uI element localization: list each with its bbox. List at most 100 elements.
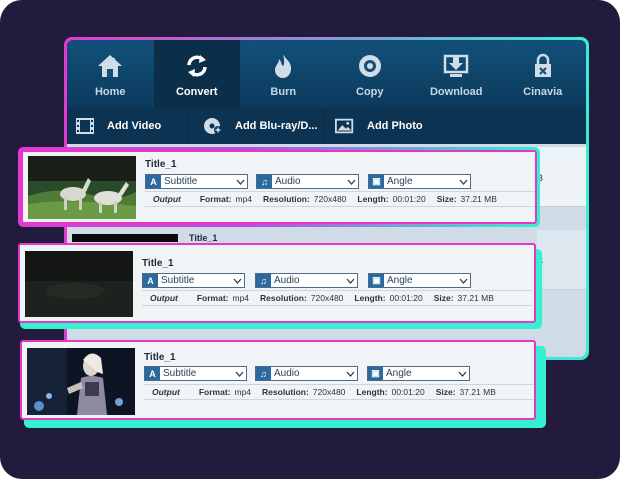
size-value: 37.21 MB [457, 293, 494, 303]
resolution-value: 720x480 [312, 387, 346, 397]
tab-copy-label: Copy [356, 85, 384, 98]
audio-value: Audio [274, 275, 300, 286]
subtitle-select[interactable]: A Subtitle [142, 273, 245, 288]
resolution-label: Resolution: [263, 194, 310, 204]
chevron-down-icon [344, 367, 357, 380]
camera-icon: ▣ [369, 274, 384, 287]
angle-select[interactable]: ▣ Angle [368, 273, 471, 288]
video-thumbnail [27, 348, 135, 415]
resolution-label: Resolution: [262, 387, 309, 397]
photo-icon [335, 118, 354, 134]
length-label: Length: [357, 194, 389, 204]
angle-value: Angle [387, 275, 413, 286]
tab-download-label: Download [429, 85, 483, 98]
add-photo-label: Add Photo [367, 120, 423, 132]
resolution-value: 720x480 [313, 194, 347, 204]
background-row-title: Title_1 [189, 233, 218, 243]
output-label: Output [152, 387, 180, 397]
disc-add-icon [204, 118, 222, 134]
film-icon [76, 118, 94, 134]
background-thumbnail [72, 234, 178, 242]
subtitle-value: Subtitle [163, 368, 197, 379]
music-note-icon: ♫ [256, 367, 271, 380]
subtitle-select[interactable]: A Subtitle [144, 366, 247, 381]
tab-copy[interactable]: Copy [327, 40, 414, 108]
add-toolbar: Add Video Add Blu-ray/D... Add Photo [67, 108, 586, 144]
length-label: Length: [354, 293, 386, 303]
subtitle-icon: A [145, 367, 160, 380]
subtitle-value: Subtitle [161, 275, 195, 286]
tab-download[interactable]: Download [413, 40, 500, 108]
title-card[interactable]: Title_1 A Subtitle ♫ Audio ▣ Angle Outpu… [21, 150, 537, 224]
angle-select[interactable]: ▣ Angle [367, 366, 470, 381]
angle-value: Angle [387, 176, 413, 187]
camera-icon: ▣ [369, 175, 384, 188]
chevron-down-icon [345, 175, 358, 188]
home-icon [95, 51, 125, 81]
tab-cinavia[interactable]: Cinavia [500, 40, 587, 108]
chevron-down-icon [457, 274, 470, 287]
add-bluray-button[interactable]: Add Blu-ray/D... [189, 108, 325, 144]
title-card[interactable]: Title_1 A Subtitle ♫ Audio ▣ Angle Outpu… [18, 243, 536, 323]
chevron-down-icon [233, 367, 246, 380]
audio-value: Audio [275, 176, 301, 187]
resolution-value: 720x480 [310, 293, 344, 303]
music-note-icon: ♫ [257, 175, 272, 188]
format-label: Format: [196, 293, 229, 303]
audio-select[interactable]: ♫ Audio [255, 273, 358, 288]
chevron-down-icon [457, 175, 470, 188]
background-row: B [537, 230, 586, 290]
size-label: Size: [433, 293, 454, 303]
chevron-down-icon [456, 367, 469, 380]
audio-value: Audio [274, 368, 300, 379]
resolution-label: Resolution: [260, 293, 307, 303]
audio-select[interactable]: ♫ Audio [256, 174, 359, 189]
size-label: Size: [435, 387, 456, 397]
size-label: Size: [436, 194, 457, 204]
chevron-down-icon [234, 175, 247, 188]
video-thumbnail [28, 156, 136, 219]
format-value: mp4 [234, 387, 252, 397]
subtitle-select[interactable]: A Subtitle [145, 174, 248, 189]
tab-cinavia-label: Cinavia [523, 85, 563, 98]
output-info: Output Format: mp4 Resolution: 720x480 Len… [142, 290, 532, 306]
tab-home[interactable]: Home [67, 40, 154, 108]
angle-value: Angle [386, 368, 412, 379]
add-video-button[interactable]: Add Video [67, 108, 189, 144]
size-value: 37.21 MB [460, 194, 497, 204]
length-label: Length: [356, 387, 388, 397]
music-note-icon: ♫ [256, 274, 271, 287]
add-bluray-label: Add Blu-ray/D... [235, 120, 318, 132]
angle-select[interactable]: ▣ Angle [368, 174, 471, 189]
copy-icon [355, 51, 385, 81]
length-value: 00:01:20 [391, 387, 425, 397]
length-value: 00:01:20 [389, 293, 423, 303]
chevron-down-icon [231, 274, 244, 287]
download-icon [441, 51, 471, 81]
video-thumbnail [25, 251, 133, 317]
subtitle-icon: A [146, 175, 161, 188]
title-name: Title_1 [145, 159, 177, 170]
tab-convert[interactable]: Convert [153, 40, 240, 108]
tab-convert-label: Convert [175, 85, 218, 98]
format-label: Format: [199, 194, 232, 204]
add-photo-button[interactable]: Add Photo [325, 108, 443, 144]
cinavia-icon [528, 51, 558, 81]
audio-select[interactable]: ♫ Audio [255, 366, 358, 381]
tab-burn-label: Burn [270, 85, 297, 98]
title-name: Title_1 [142, 258, 174, 269]
tab-home-label: Home [94, 85, 126, 98]
burn-icon [268, 51, 298, 81]
title-card[interactable]: Title_1 A Subtitle ♫ Audio ▣ Angle Outpu… [20, 340, 536, 420]
format-label: Format: [198, 387, 231, 397]
output-info: Output Format: mp4 Resolution: 720x480 Len… [144, 384, 534, 400]
format-value: mp4 [232, 293, 250, 303]
chevron-down-icon [344, 274, 357, 287]
output-info: Output Format: mp4 Resolution: 720x480 Len… [145, 191, 535, 207]
subtitle-icon: A [143, 274, 158, 287]
tab-burn[interactable]: Burn [240, 40, 327, 108]
output-label: Output [150, 293, 178, 303]
add-video-label: Add Video [107, 120, 162, 132]
camera-icon: ▣ [368, 367, 383, 380]
format-value: mp4 [235, 194, 253, 204]
